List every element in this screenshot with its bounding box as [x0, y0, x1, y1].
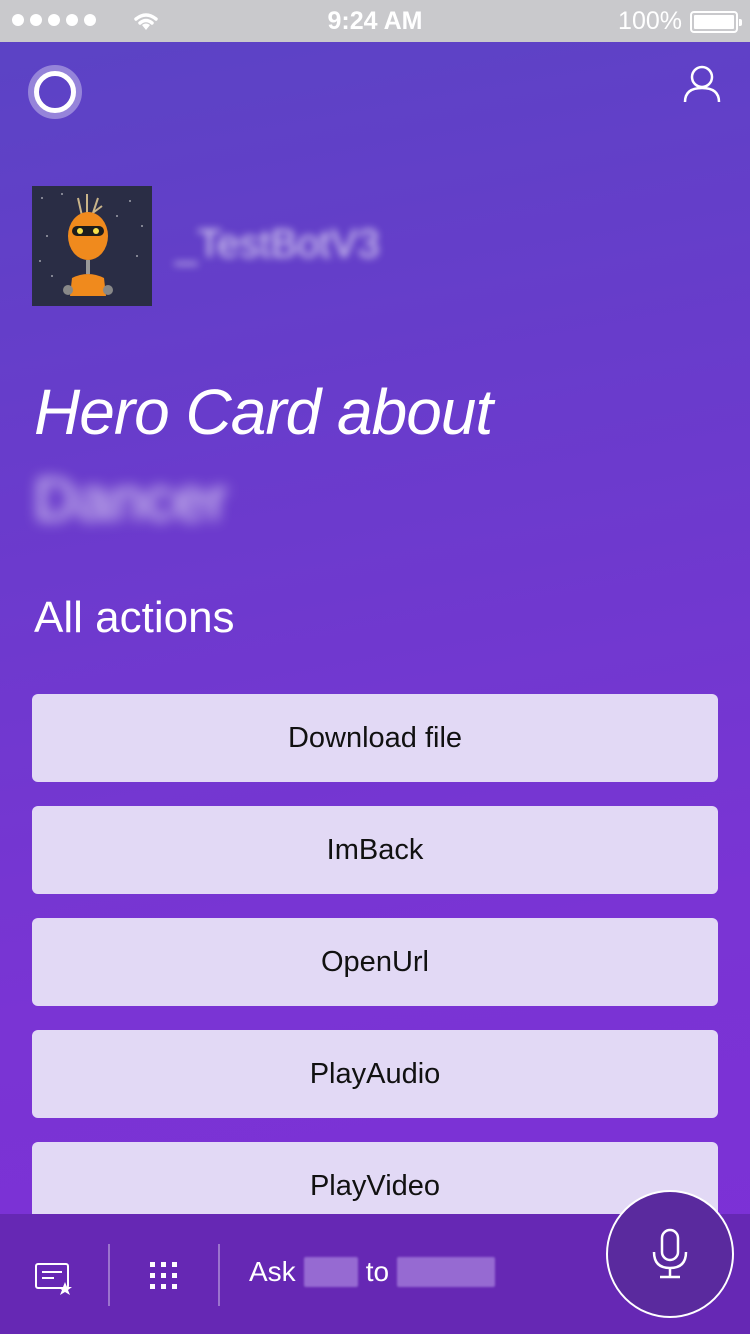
person-icon[interactable]	[682, 64, 722, 104]
ask-prefix: Ask	[249, 1256, 296, 1287]
battery-icon	[690, 10, 742, 33]
actions-list: Download file ImBack OpenUrl PlayAudio P…	[32, 694, 718, 1254]
notebook-star-icon[interactable]	[34, 1260, 74, 1296]
redacted-text	[397, 1257, 496, 1287]
playaudio-button[interactable]: PlayAudio	[32, 1030, 718, 1118]
divider	[218, 1244, 220, 1306]
bot-name: _TestBotV3	[175, 222, 380, 266]
card-subtitle: Dancer	[34, 466, 228, 533]
openurl-button[interactable]: OpenUrl	[32, 918, 718, 1006]
ask-middle: to	[365, 1256, 390, 1287]
bot-avatar	[32, 186, 152, 306]
robot-icon	[32, 186, 152, 306]
actions-section-label: All actions	[34, 593, 235, 642]
imback-button[interactable]: ImBack	[32, 806, 718, 894]
redacted-text	[303, 1257, 358, 1287]
microphone-icon	[652, 1228, 688, 1279]
divider	[108, 1244, 110, 1306]
download-file-button[interactable]: Download file	[32, 694, 718, 782]
battery-status: 100%	[618, 7, 742, 36]
battery-percent: 100%	[618, 7, 682, 35]
microphone-button[interactable]	[606, 1190, 734, 1318]
status-bar: 9:24 AM 100%	[0, 0, 750, 42]
card-title: Hero Card about	[34, 376, 493, 448]
grid-icon[interactable]	[148, 1260, 180, 1292]
cortana-ring-icon[interactable]	[28, 65, 82, 119]
ask-prompt[interactable]: Ask to	[249, 1256, 496, 1288]
